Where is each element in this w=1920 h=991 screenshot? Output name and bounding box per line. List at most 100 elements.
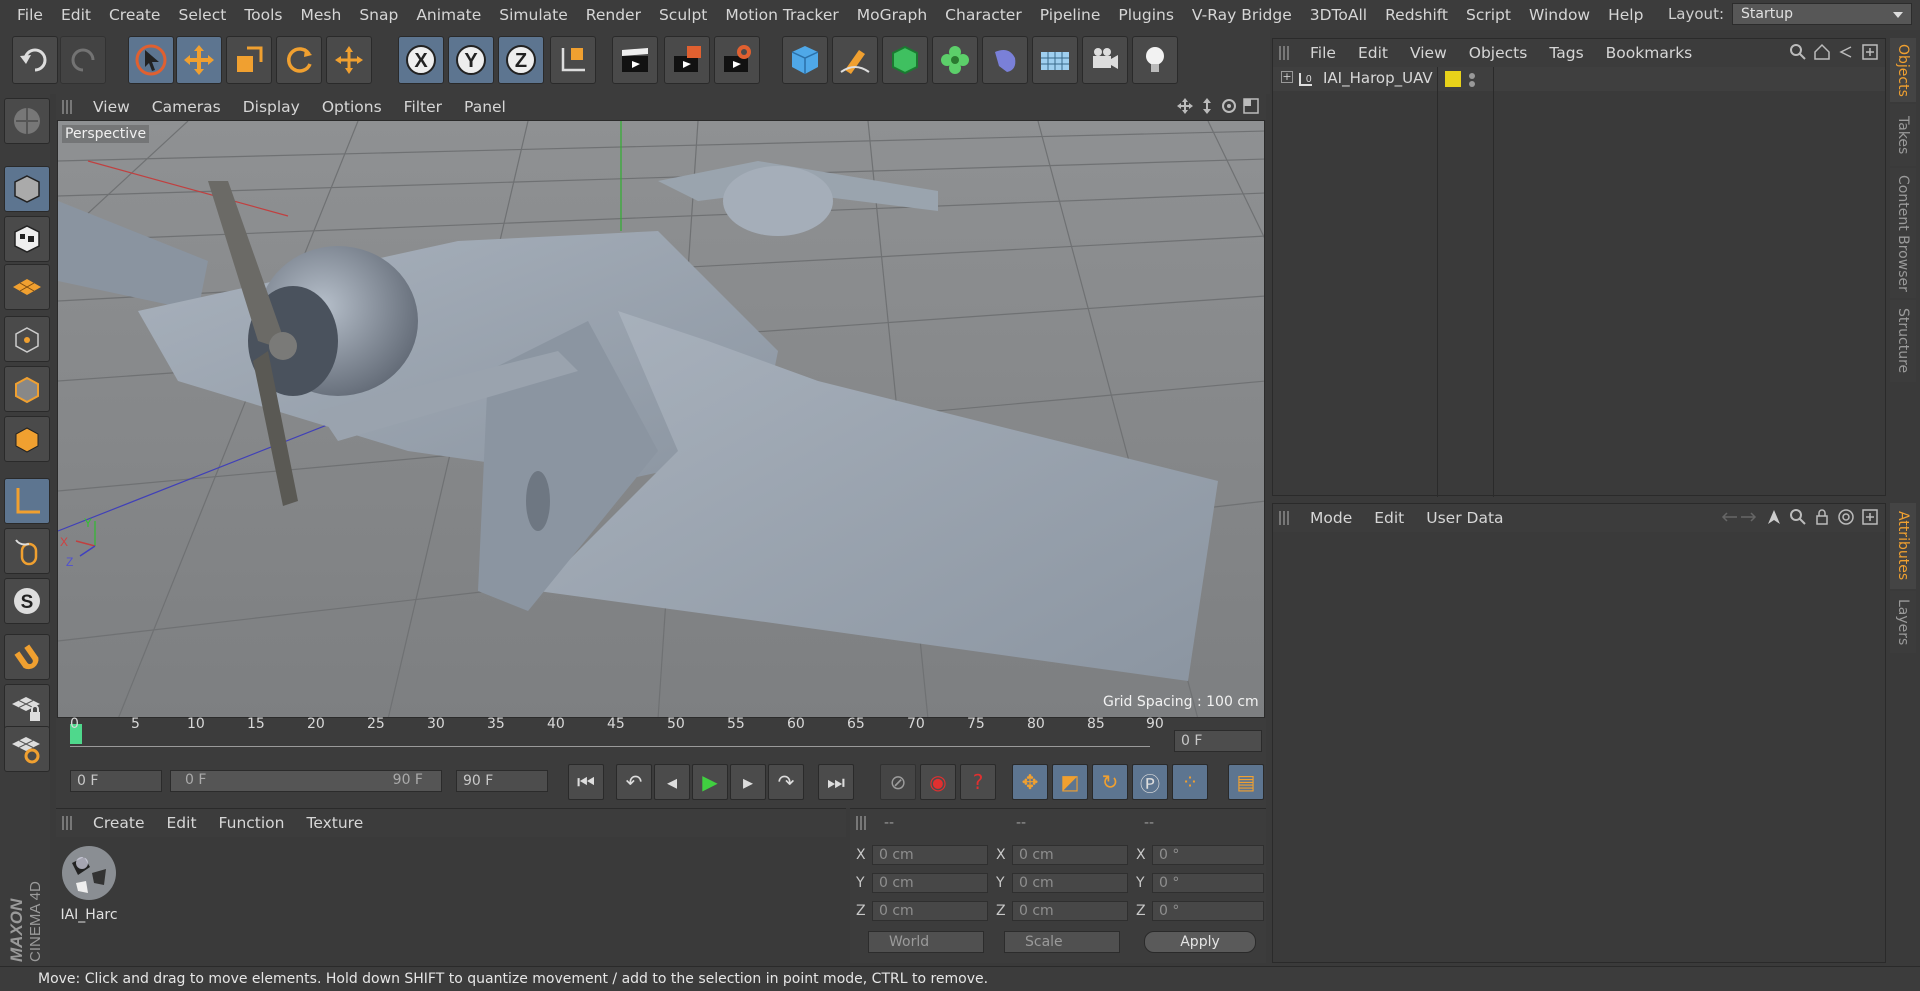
current-frame-field[interactable]: 0 F	[1174, 730, 1262, 752]
menu-plugins[interactable]: Plugins	[1109, 6, 1183, 24]
menu-mograph[interactable]: MoGraph	[848, 6, 936, 24]
preview-range-slider[interactable]: 0 F 90 F	[170, 770, 442, 792]
menu-file[interactable]: File	[8, 6, 52, 24]
target-icon[interactable]	[1837, 508, 1855, 526]
make-editable-button[interactable]	[4, 98, 50, 144]
attributes-menu-mode[interactable]: Mode	[1299, 509, 1363, 527]
menu-script[interactable]: Script	[1457, 6, 1520, 24]
play-button[interactable]: ▶	[692, 764, 728, 800]
viewport-rotate-icon[interactable]	[1220, 97, 1238, 115]
render-visibility-dot[interactable]	[1469, 81, 1475, 87]
menu-redshift[interactable]: Redshift	[1376, 6, 1457, 24]
rotation-p-field[interactable]: 0 °	[1152, 873, 1264, 893]
keyframe-selection-button[interactable]: ?	[960, 764, 996, 800]
history-arrows-icon[interactable]	[1719, 508, 1759, 526]
viewport-maximize-icon[interactable]	[1242, 97, 1260, 115]
undo-button[interactable]	[12, 36, 58, 84]
polygons-mode-button[interactable]	[4, 416, 50, 462]
tab-objects[interactable]: Objects	[1890, 38, 1916, 102]
search-icon[interactable]	[1789, 43, 1807, 61]
rotation-h-field[interactable]: 0 °	[1152, 845, 1264, 865]
objects-menu-bookmarks[interactable]: Bookmarks	[1595, 44, 1704, 62]
panel-grip[interactable]	[856, 816, 868, 830]
cloner-button[interactable]	[932, 36, 978, 84]
viewport-menu-filter[interactable]: Filter	[393, 98, 453, 116]
pen-spline-button[interactable]	[832, 36, 878, 84]
rotation-b-field[interactable]: 0 °	[1152, 901, 1264, 921]
autokeying-button[interactable]: ◉	[920, 764, 956, 800]
menu-window[interactable]: Window	[1520, 6, 1599, 24]
panel-grip[interactable]	[1279, 511, 1291, 525]
timeline-ruler[interactable]: 0 5 10 15 20 25 30 35 40 45 50 55 60 65 …	[56, 716, 1266, 762]
object-name[interactable]: IAI_Harop_UAV	[1323, 69, 1433, 87]
material-menu-function[interactable]: Function	[208, 814, 296, 832]
y-axis-lock-button[interactable]: Y	[448, 36, 494, 84]
viewport-menu-options[interactable]: Options	[311, 98, 393, 116]
size-mode-dropdown[interactable]: Scale	[1004, 931, 1120, 953]
objects-menu-edit[interactable]: Edit	[1347, 44, 1399, 62]
size-z-field[interactable]: 0 cm	[1012, 901, 1128, 921]
object-axis-button[interactable]	[4, 478, 50, 524]
render-view-button[interactable]	[612, 36, 658, 84]
x-axis-lock-button[interactable]: X	[398, 36, 444, 84]
panel-grip[interactable]	[62, 100, 74, 114]
redo-button[interactable]	[60, 36, 106, 84]
coordinate-space-dropdown[interactable]: World	[868, 931, 984, 953]
go-to-end-button[interactable]: ⏭	[818, 764, 854, 800]
menu-pipeline[interactable]: Pipeline	[1031, 6, 1110, 24]
transform-tool-button[interactable]	[326, 36, 372, 84]
move-tool-button[interactable]	[176, 36, 222, 84]
attributes-menu-user-data[interactable]: User Data	[1415, 509, 1514, 527]
workplane-mode-button[interactable]	[4, 264, 50, 310]
z-axis-lock-button[interactable]: Z	[498, 36, 544, 84]
material-menu-edit[interactable]: Edit	[156, 814, 208, 832]
size-y-field[interactable]: 0 cm	[1012, 873, 1128, 893]
record-active-objects-button[interactable]: ⊘	[880, 764, 916, 800]
menu-tools[interactable]: Tools	[235, 6, 291, 24]
go-to-start-button[interactable]: ⏮	[568, 764, 604, 800]
attributes-menu-edit[interactable]: Edit	[1363, 509, 1415, 527]
cube-primitive-button[interactable]	[782, 36, 828, 84]
menu-motion-tracker[interactable]: Motion Tracker	[716, 6, 847, 24]
menu-character[interactable]: Character	[936, 6, 1031, 24]
viewport-menu-cameras[interactable]: Cameras	[141, 98, 232, 116]
position-z-field[interactable]: 0 cm	[872, 901, 988, 921]
search-icon[interactable]	[1789, 508, 1807, 526]
perspective-viewport[interactable]: Y X Z	[57, 120, 1265, 718]
planar-workplane-button[interactable]	[4, 726, 50, 772]
position-y-field[interactable]: 0 cm	[872, 873, 988, 893]
tab-structure[interactable]: Structure	[1890, 300, 1916, 382]
menu-snap[interactable]: Snap	[350, 6, 407, 24]
menu-sculpt[interactable]: Sculpt	[650, 6, 716, 24]
objects-menu-tags[interactable]: Tags	[1538, 44, 1594, 62]
tab-content-browser[interactable]: Content Browser	[1890, 168, 1916, 298]
editor-visibility-dot[interactable]	[1469, 73, 1475, 79]
rotate-tool-button[interactable]	[276, 36, 322, 84]
record-scale-button[interactable]: ◩	[1052, 764, 1088, 800]
material-menu-create[interactable]: Create	[82, 814, 156, 832]
texture-mode-button[interactable]	[4, 216, 50, 262]
layout-select[interactable]: Startup	[1732, 3, 1912, 25]
back-icon[interactable]	[1837, 43, 1855, 61]
menu-3dtoall[interactable]: 3DToAll	[1301, 6, 1376, 24]
lock-icon[interactable]	[1813, 508, 1831, 526]
deformer-button[interactable]	[982, 36, 1028, 84]
object-row[interactable]: + 0 IAI_Harop_UAV	[1273, 67, 1885, 91]
menu-render[interactable]: Render	[577, 6, 650, 24]
menu-help[interactable]: Help	[1599, 6, 1652, 24]
layer-color-tag[interactable]	[1445, 71, 1461, 87]
viewport-menu-view[interactable]: View	[82, 98, 141, 116]
tab-attributes[interactable]: Attributes	[1890, 503, 1916, 589]
tweak-mode-button[interactable]	[4, 528, 50, 574]
material-swatch[interactable]: IAI_Harc	[60, 843, 118, 925]
record-rotation-button[interactable]: ↻	[1092, 764, 1128, 800]
menu-simulate[interactable]: Simulate	[490, 6, 577, 24]
viewport-menu-display[interactable]: Display	[232, 98, 311, 116]
apply-button[interactable]: Apply	[1144, 931, 1256, 953]
viewport-pan-icon[interactable]	[1176, 97, 1194, 115]
next-key-button[interactable]: ↷	[768, 764, 804, 800]
snapping-button[interactable]	[4, 634, 50, 680]
objects-menu-objects[interactable]: Objects	[1458, 44, 1539, 62]
menu-create[interactable]: Create	[100, 6, 170, 24]
panel-grip[interactable]	[1279, 46, 1291, 60]
